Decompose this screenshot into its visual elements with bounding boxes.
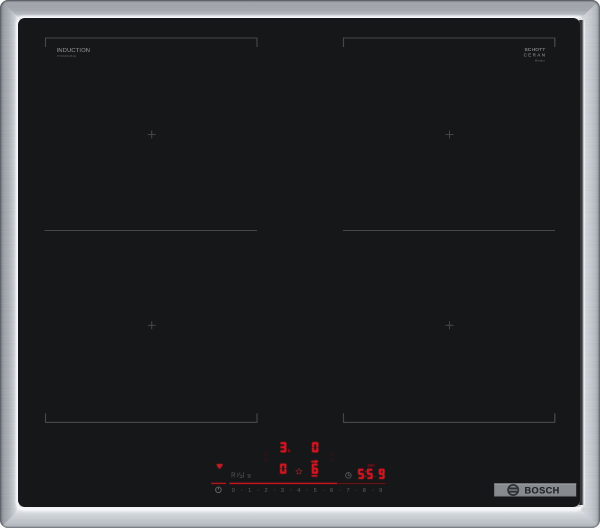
svg-text:BOSCH: BOSCH: [525, 485, 560, 495]
svg-text:PVS645HB1E: PVS645HB1E: [57, 54, 76, 58]
svg-text:5: 5: [314, 488, 317, 494]
svg-text:SCHOTT: SCHOTT: [524, 47, 545, 52]
svg-text:7: 7: [346, 488, 349, 494]
svg-text:min: min: [368, 463, 375, 468]
svg-text:2: 2: [265, 488, 268, 494]
svg-text:4: 4: [297, 488, 300, 494]
svg-text:6: 6: [330, 488, 333, 494]
svg-text:9: 9: [379, 488, 382, 494]
svg-text:1: 1: [248, 488, 251, 494]
svg-text:CERAN: CERAN: [524, 53, 547, 58]
svg-text:8: 8: [363, 488, 366, 494]
svg-text:Miradur: Miradur: [535, 59, 545, 63]
svg-text:0: 0: [232, 488, 235, 494]
svg-text:3: 3: [281, 488, 284, 494]
